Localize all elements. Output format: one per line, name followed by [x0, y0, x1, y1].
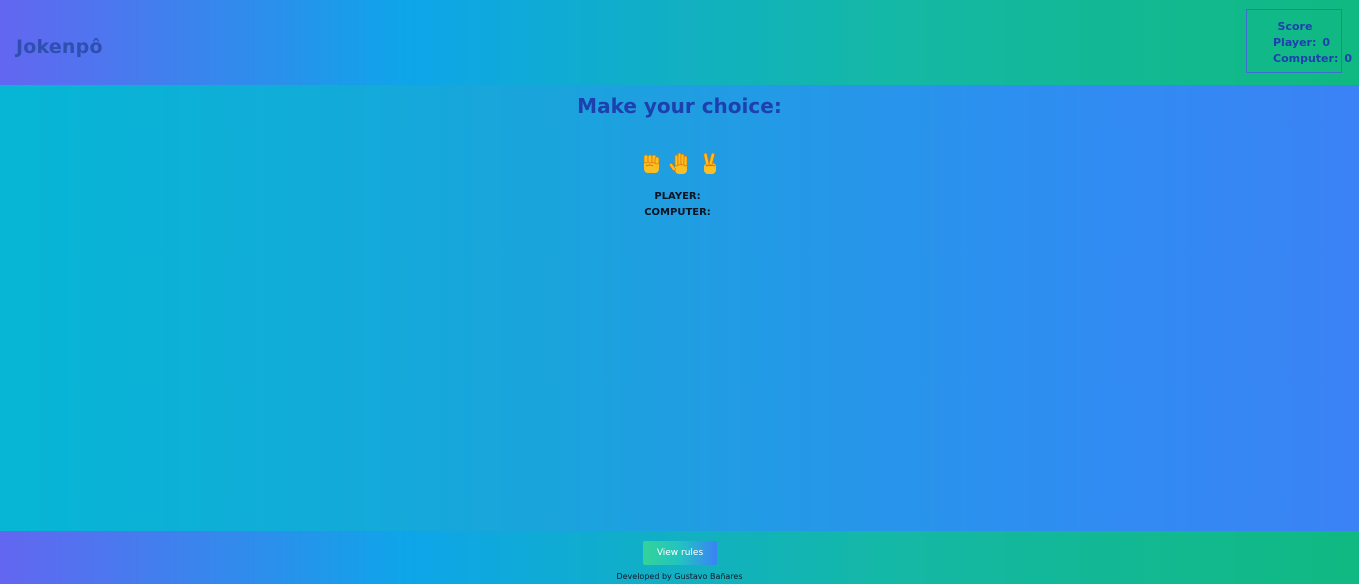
credits-text: Developed by Gustavo Bañares: [616, 572, 743, 581]
player-score-value: 0: [1322, 36, 1331, 49]
player-score: Player: 0: [1273, 36, 1330, 50]
view-rules-button[interactable]: View rules: [643, 541, 717, 565]
paper-button[interactable]: [667, 151, 693, 177]
paper-hand-icon: [669, 152, 688, 174]
app-root: Jokenpô Score Player: 0 Computer: 0 Make y…: [0, 0, 1359, 584]
choice-buttons: [638, 151, 722, 177]
rock-fist-icon: [643, 154, 660, 173]
scissors-button[interactable]: [696, 151, 722, 177]
player-choice-label: PLAYER:: [654, 191, 701, 202]
rock-button[interactable]: [638, 151, 664, 177]
game-area: Make your choice: PLAYER: COMPUTER:: [0, 85, 1359, 531]
score-panel: Score Player: 0 Computer: 0: [1246, 9, 1352, 73]
footer: View rules Developed by Gustavo Bañares: [0, 531, 1359, 584]
top-bar: Jokenpô Score Player: 0 Computer: 0: [0, 0, 1359, 85]
player-score-label: Player:: [1273, 36, 1317, 49]
scissors-victory-icon: [703, 152, 716, 174]
computer-choice-label: COMPUTER:: [644, 207, 711, 218]
app-title: Jokenpô: [16, 36, 103, 58]
score-title: Score: [1277, 20, 1313, 33]
player-choice-line: PLAYER:: [0, 190, 1359, 204]
choice-heading: Make your choice:: [577, 94, 782, 118]
computer-score-label: Computer:: [1273, 52, 1339, 65]
computer-choice-line: COMPUTER:: [0, 206, 1359, 220]
computer-score-value: 0: [1344, 52, 1352, 65]
computer-score: Computer: 0: [1273, 52, 1352, 66]
